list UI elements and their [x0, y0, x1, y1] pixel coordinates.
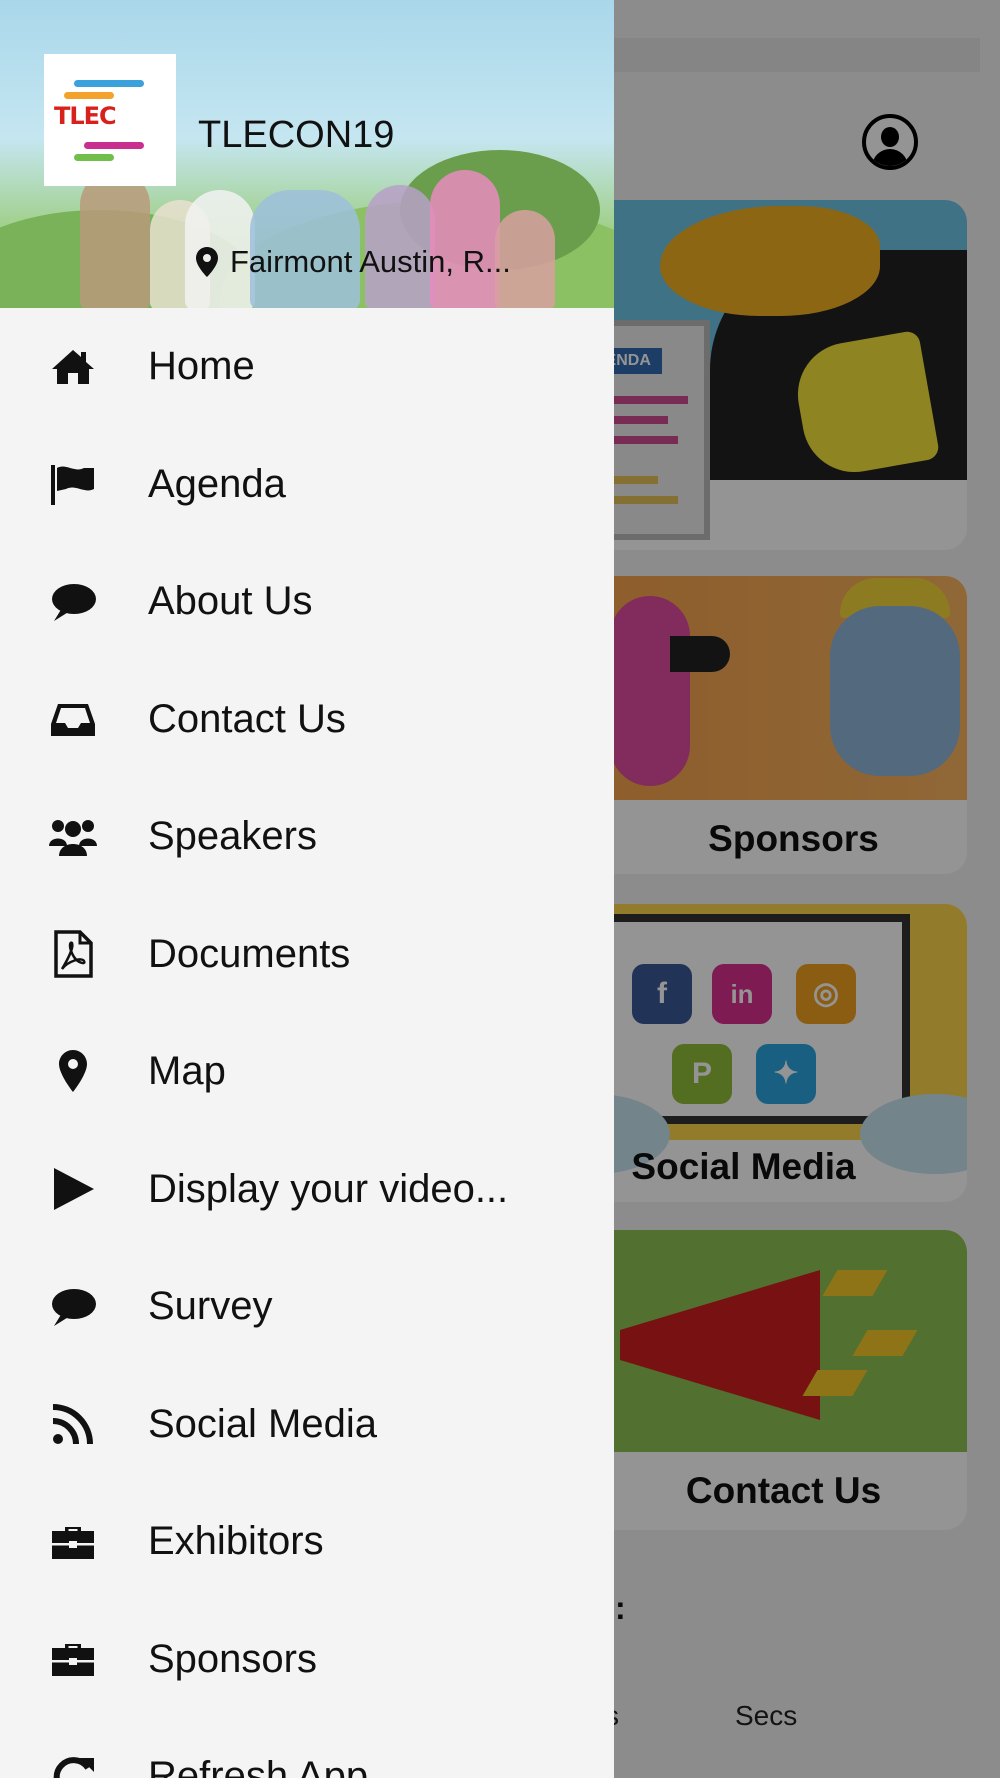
chat-bubble-icon	[44, 573, 102, 631]
menu-item-home[interactable]: Home	[0, 308, 614, 426]
event-name: TLECON19	[198, 114, 395, 156]
menu-item-social-media[interactable]: Social Media	[0, 1366, 614, 1484]
menu-label: Sponsors	[148, 1636, 317, 1681]
menu-label: Refresh App	[148, 1754, 369, 1778]
menu-label: About Us	[148, 579, 313, 624]
navigation-drawer: TLEC TLECON19 Fairmont Austin, R... Home…	[0, 0, 614, 1778]
menu-label: Documents	[148, 931, 351, 976]
refresh-icon	[44, 1748, 102, 1778]
flag-icon	[44, 455, 102, 513]
menu-label: Map	[148, 1049, 226, 1094]
drawer-menu: Home Agenda About Us Contact Us Speakers	[0, 308, 614, 1778]
menu-item-sponsors[interactable]: Sponsors	[0, 1601, 614, 1719]
menu-item-about-us[interactable]: About Us	[0, 543, 614, 661]
event-location: Fairmont Austin, R...	[196, 244, 570, 280]
menu-label: Agenda	[148, 461, 286, 506]
map-pin-icon	[196, 247, 218, 277]
menu-item-map[interactable]: Map	[0, 1013, 614, 1131]
drawer-header: TLEC TLECON19 Fairmont Austin, R...	[0, 0, 614, 308]
menu-label: Survey	[148, 1284, 273, 1329]
menu-item-refresh-app[interactable]: Refresh App	[0, 1718, 614, 1778]
menu-label: Exhibitors	[148, 1519, 324, 1564]
event-location-text: Fairmont Austin, R...	[230, 244, 511, 279]
menu-label: Speakers	[148, 814, 317, 859]
menu-label: Social Media	[148, 1401, 378, 1446]
menu-item-speakers[interactable]: Speakers	[0, 778, 614, 896]
menu-item-documents[interactable]: Documents	[0, 896, 614, 1014]
event-logo: TLEC	[44, 54, 176, 186]
menu-label: Home	[148, 344, 255, 389]
menu-label: Contact Us	[148, 696, 346, 741]
menu-item-agenda[interactable]: Agenda	[0, 426, 614, 544]
briefcase-icon	[44, 1513, 102, 1571]
menu-item-contact-us[interactable]: Contact Us	[0, 661, 614, 779]
briefcase-icon	[44, 1630, 102, 1688]
menu-item-exhibitors[interactable]: Exhibitors	[0, 1483, 614, 1601]
chat-bubble-icon	[44, 1278, 102, 1336]
play-icon	[44, 1160, 102, 1218]
map-pin-icon	[44, 1043, 102, 1101]
rss-icon	[44, 1395, 102, 1453]
menu-item-survey[interactable]: Survey	[0, 1248, 614, 1366]
inbox-icon	[44, 690, 102, 748]
pdf-file-icon	[44, 925, 102, 983]
menu-item-display-video[interactable]: Display your video...	[0, 1131, 614, 1249]
menu-label: Display your video...	[148, 1166, 509, 1211]
users-icon	[44, 808, 102, 866]
home-icon	[44, 338, 102, 396]
